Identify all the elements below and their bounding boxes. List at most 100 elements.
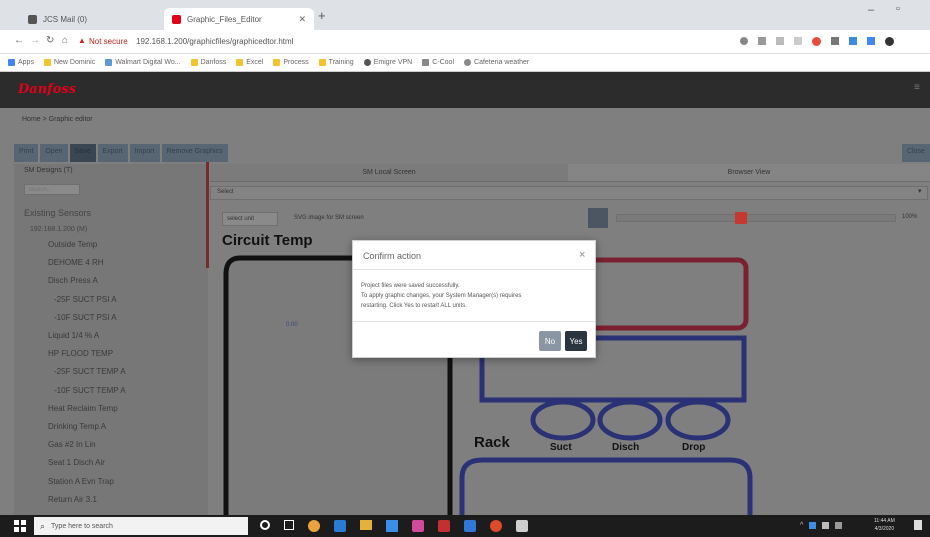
export-button[interactable]: Export [97,144,128,162]
windows-start-icon[interactable] [14,520,26,532]
tab-title: JCS Mail (0) [43,14,88,24]
remove-graphics-button[interactable]: Remove Graphics [161,144,228,162]
sensor-item[interactable]: Liquid 1/4 % A [48,331,99,340]
sensor-item[interactable]: Outside Temp [48,240,97,249]
battery-icon[interactable] [822,522,830,529]
home-icon[interactable]: ⌂ [62,35,68,46]
system-tray: ^ [800,522,843,529]
sensor-item[interactable]: Disch Press A [48,276,98,285]
notification-icon[interactable] [914,520,922,530]
sensor-item[interactable]: Return Air 3.1 [48,495,97,504]
app-icon[interactable] [438,520,450,532]
cortana-icon[interactable] [260,520,270,530]
volume-icon[interactable] [835,522,843,529]
yes-button[interactable]: Yes [565,331,587,351]
avatar[interactable] [885,37,894,46]
apps-grid-icon [8,59,15,66]
breadcrumb[interactable]: Home > Graphic editor [22,116,93,123]
menu-icon[interactable]: ≡ [914,82,920,93]
bookmark-item[interactable]: New Dominic [43,59,95,66]
bookmark-item[interactable]: C-Cool [422,59,454,66]
sensor-item[interactable]: HP FLOOD TEMP [48,349,113,358]
bookmark-apps[interactable]: Apps [8,59,34,66]
new-tab-button[interactable]: + [318,8,326,23]
divider [353,321,595,322]
close-tab-icon[interactable]: ✕ [298,14,306,25]
address-bar-row: ← → ↻ ⌂ ▲ Not secure 192.168.1.200/graph… [0,30,930,54]
sensor-item[interactable]: Seat 1 Disch Air [48,458,105,467]
save-button[interactable]: Save [69,144,96,162]
store-icon[interactable] [386,520,398,532]
maximize-button[interactable]: ▫ [896,3,900,15]
close-button[interactable]: Close [902,144,930,162]
app-icon[interactable] [412,520,424,532]
panel-header: SM Designs (T) [24,167,73,174]
app-icon[interactable] [490,520,502,532]
search-icon[interactable] [740,37,748,45]
taskbar-search[interactable]: ⌕ Type here to search [34,517,248,535]
chrome-icon[interactable] [308,520,320,532]
tree-node[interactable]: 192.168.1.200 (M) [30,226,87,233]
bookmark-item[interactable]: Excel [236,59,263,66]
sensor-item[interactable]: -25F SUCT PSI A [54,295,117,304]
sensor-item[interactable]: -10F SUCT PSI A [54,313,117,322]
sensor-item[interactable]: Gas #2 In Lin [48,440,96,449]
file-explorer-icon[interactable] [360,520,372,530]
bookmark-item[interactable]: Walmart Digital Wo... [105,59,181,66]
clock[interactable]: 11:44 AM 4/3/2020 [874,517,895,533]
import-button[interactable]: Import [129,144,160,162]
splitter[interactable] [206,162,209,268]
tab-browser-view[interactable]: Browser View [568,164,930,182]
extension-icon[interactable] [812,37,821,46]
security-indicator[interactable]: Not secure [89,37,128,46]
bookmark-item[interactable]: Emigre VPN [363,59,412,66]
canvas-value: 0.00 [286,322,298,328]
sensor-item[interactable]: Drinking Temp A [48,422,106,431]
outlook-icon[interactable] [464,520,476,532]
star-icon[interactable] [758,37,766,45]
open-button[interactable]: Open [40,144,68,162]
reload-icon[interactable]: ↻ [46,35,54,46]
tab-sm-local-screen[interactable]: SM Local Screen [210,164,568,182]
search-input[interactable] [24,184,80,195]
screen-select[interactable]: Select [210,186,928,200]
bookmark-item[interactable]: Training [318,59,354,66]
minimize-button[interactable]: – [868,4,874,16]
zoom-toggle-button[interactable] [588,208,608,228]
extension-icon[interactable] [794,37,802,45]
browser-tab-graphic-editor[interactable]: Graphic_Files_Editor ✕ [164,8,314,30]
back-arrow-icon[interactable]: ← [14,35,24,46]
bookmark-item[interactable]: Cafeteria weather [464,59,529,66]
no-button[interactable]: No [539,331,561,351]
chevron-up-icon[interactable]: ^ [800,522,803,529]
slider-handle[interactable] [735,212,747,224]
url-text[interactable]: 192.168.1.200/graphicfiles/graphicedtor.… [136,37,293,46]
suct-circle [530,399,596,441]
forward-arrow-icon[interactable]: → [30,35,40,46]
sensor-item[interactable]: -25F SUCT TEMP A [54,367,126,376]
task-view-icon[interactable] [284,520,294,530]
unit-select[interactable]: select unit [222,212,278,226]
sensor-item[interactable]: Station A Evn Trap [48,477,114,486]
edge-icon[interactable] [334,520,346,532]
extension-icon[interactable] [849,37,857,45]
app-icon[interactable] [516,520,528,532]
sensor-item[interactable]: DEHOME 4 RH [48,258,104,267]
network-icon[interactable] [809,522,817,529]
bookmark-item[interactable]: Process [273,59,309,66]
extension-icon[interactable] [831,37,839,45]
tab-title: Graphic_Files_Editor [187,14,262,24]
clock-date: 4/3/2020 [874,526,895,532]
extension-icon[interactable] [776,37,784,45]
bookmark-item[interactable]: Danfoss [190,59,226,66]
close-icon[interactable]: × [579,249,585,261]
sensor-item[interactable]: -10F SUCT TEMP A [54,386,126,395]
sensor-item[interactable]: Heat Reclaim Temp [48,404,118,413]
extension-icon[interactable] [867,37,875,45]
zoom-percent: 100% [902,214,918,220]
danfoss-icon [172,14,181,24]
tree-root[interactable]: Existing Sensors [24,208,91,218]
zoom-slider[interactable] [616,212,896,224]
chevron-down-icon: ▾ [918,188,922,195]
print-button[interactable]: Print [14,144,39,162]
